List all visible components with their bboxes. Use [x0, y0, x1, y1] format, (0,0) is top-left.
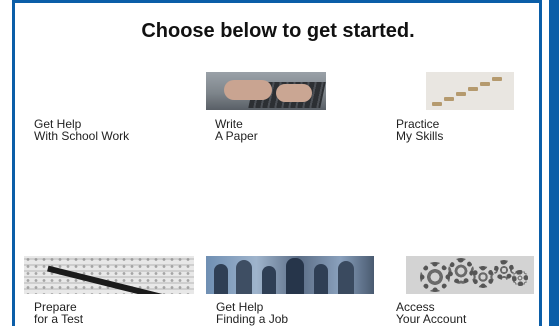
tile-prepare-test-line2: for a Test	[34, 312, 84, 326]
tile-write-paper[interactable]: Write A Paper	[206, 72, 328, 148]
tile-practice-skills[interactable]: Practice My Skills	[396, 72, 516, 148]
right-edge-bar	[549, 0, 559, 326]
job-crowd-image	[206, 256, 374, 294]
page-heading: Choose below to get started.	[141, 20, 415, 42]
tile-finding-job-line2: Finding a Job	[216, 312, 289, 326]
laptop-typing-image	[206, 72, 326, 110]
tile-school-work-line2: With School Work	[34, 129, 130, 143]
tile-prepare-test[interactable]: Prepare for a Test	[24, 256, 196, 326]
answer-sheet-image	[24, 256, 194, 294]
stairs-image	[426, 72, 514, 110]
tile-write-paper-line2: A Paper	[215, 129, 258, 143]
tile-access-account-line2: Your Account	[396, 312, 467, 326]
tile-practice-skills-line2: My Skills	[396, 129, 444, 143]
tile-school-work[interactable]: Get Help With School Work	[34, 118, 194, 148]
tile-finding-job[interactable]: Get Help Finding a Job	[206, 256, 376, 326]
tile-access-account[interactable]: Access Your Account	[396, 256, 536, 326]
gears-image	[406, 256, 534, 294]
